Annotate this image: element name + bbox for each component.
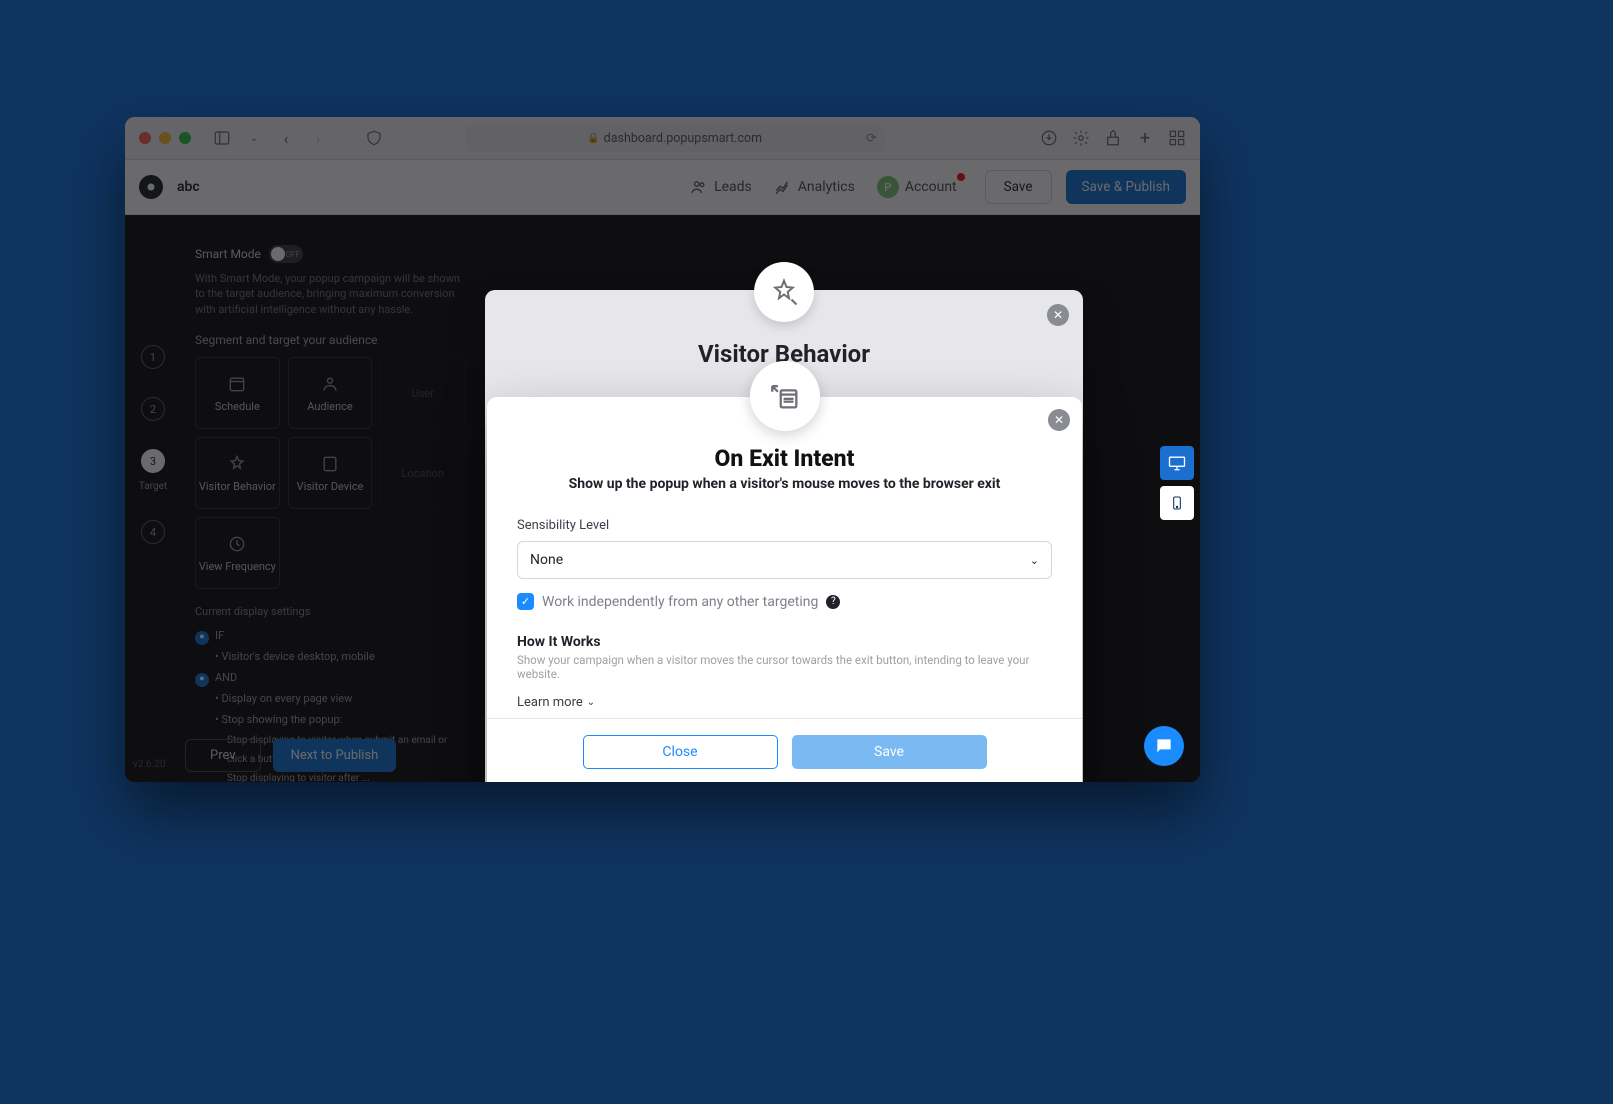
sensibility-value: None [530,552,563,568]
chat-bubble-icon[interactable] [1144,726,1184,766]
chevron-down-icon: ⌄ [587,697,595,708]
desktop-preview-icon[interactable] [1160,446,1194,480]
how-it-works-title: How It Works [517,634,1052,650]
sensibility-label: Sensibility Level [517,518,1052,533]
independent-checkbox-label: Work independently from any other target… [542,594,818,610]
modal-close-button[interactable]: Close [583,735,778,769]
how-it-works-desc: Show your campaign when a visitor moves … [517,653,1052,681]
mobile-preview-icon[interactable] [1160,486,1194,520]
modal-save-button[interactable]: Save [792,735,987,769]
modal-subtitle: Show up the popup when a visitor's mouse… [487,476,1082,492]
browser-window: ⌄ ‹ › 🔒 dashboard.popupsmart.com ⟳ + abc… [125,117,1200,782]
device-preview-rail [1160,446,1194,520]
chevron-down-icon: ⌄ [1030,554,1039,567]
independent-checkbox[interactable]: ✓ [517,593,534,610]
star-wand-icon [754,262,814,322]
close-icon[interactable]: ✕ [1047,304,1069,326]
sensibility-select[interactable]: None ⌄ [517,541,1052,579]
exit-intent-icon [750,361,820,431]
learn-more-link[interactable]: Learn more ⌄ [517,695,1052,710]
modal-close-icon[interactable]: ✕ [1048,409,1070,431]
modal-title: On Exit Intent [487,445,1082,472]
help-icon[interactable]: ? [826,595,840,609]
exit-intent-modal: ✕ On Exit Intent Show up the popup when … [487,397,1082,782]
